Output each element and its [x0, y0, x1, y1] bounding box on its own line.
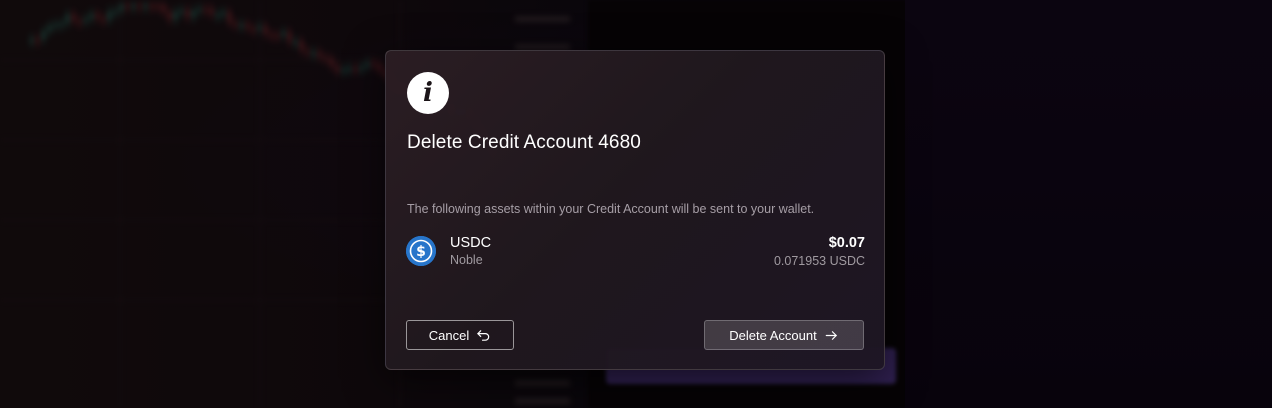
delete-account-modal: i Delete Credit Account 4680 The followi…	[385, 50, 885, 370]
delete-account-button-label: Delete Account	[729, 327, 817, 343]
asset-chain: Noble	[450, 253, 483, 267]
arrow-right-icon	[825, 330, 837, 340]
usdc-icon: $	[406, 236, 436, 266]
delete-account-button[interactable]: Delete Account	[704, 320, 864, 350]
asset-value: $0.07	[828, 235, 865, 251]
asset-amount: 0.071953 USDC	[773, 254, 865, 268]
modal-description: The following assets within your Credit …	[407, 202, 815, 216]
modal-title: Delete Credit Account 4680	[407, 132, 641, 153]
asset-symbol: USDC	[450, 235, 492, 251]
undo-arrow-icon	[477, 329, 490, 341]
svg-text:$: $	[416, 244, 426, 260]
info-icon: i	[407, 72, 449, 114]
cancel-button[interactable]: Cancel	[406, 320, 514, 350]
cancel-button-label: Cancel	[428, 327, 470, 343]
asset-row: $ USDC Noble $0.07 0.071953 USDC	[406, 235, 865, 269]
